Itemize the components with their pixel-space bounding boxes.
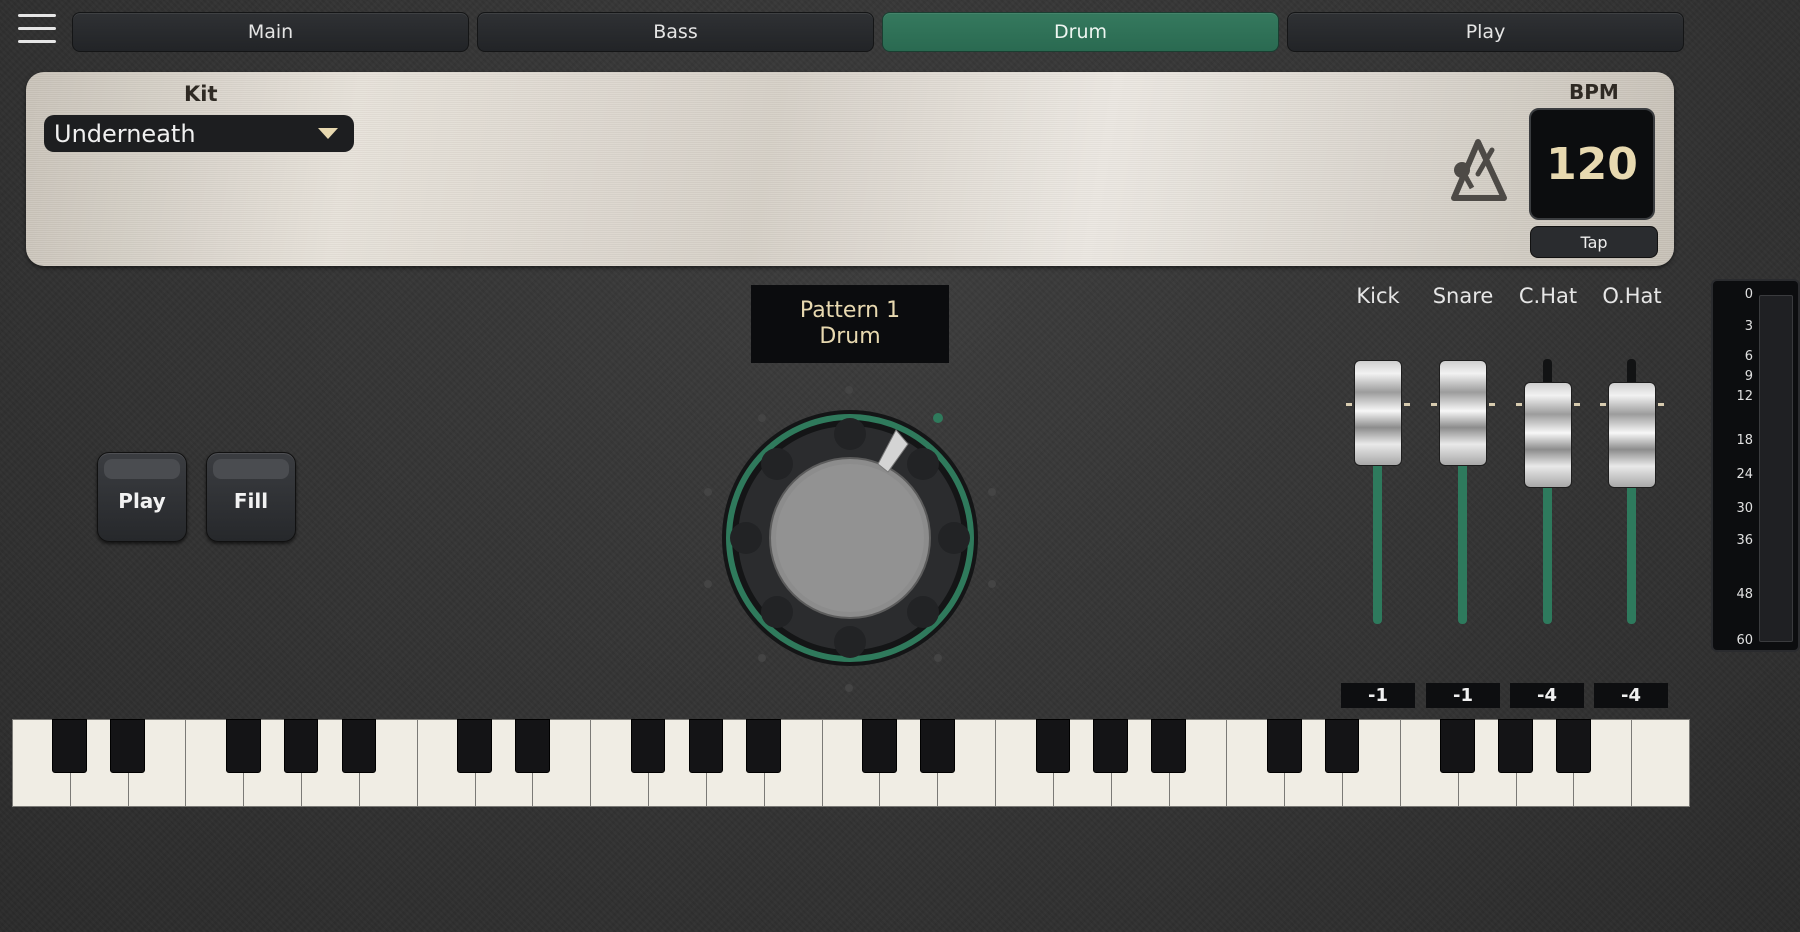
tab-drum[interactable]: Drum — [882, 12, 1279, 52]
tab-play[interactable]: Play — [1287, 12, 1684, 52]
meter-tick: 18 — [1736, 433, 1753, 448]
piano-black-key[interactable] — [1093, 719, 1129, 773]
pattern-knob[interactable] — [690, 378, 1010, 698]
kit-dropdown[interactable]: Underneath — [44, 115, 354, 152]
meter-tick: 36 — [1736, 533, 1753, 548]
fill-button-label: Fill — [233, 489, 269, 513]
caret-down-icon — [318, 128, 338, 139]
piano-black-key[interactable] — [283, 719, 319, 773]
piano-black-key[interactable] — [919, 719, 955, 773]
level-meter: 0 3 6 9 12 18 24 30 36 48 60 — [1711, 279, 1800, 652]
piano-black-key[interactable] — [1324, 719, 1360, 773]
meter-tick: 60 — [1736, 633, 1753, 648]
piano-black-key[interactable] — [688, 719, 724, 773]
fader-label-chat: C.Hat — [1518, 284, 1578, 308]
meter-bar — [1759, 295, 1793, 642]
piano-black-key[interactable] — [1035, 719, 1071, 773]
piano-black-key[interactable] — [225, 719, 261, 773]
piano-white-key[interactable] — [1631, 719, 1690, 807]
piano-black-key[interactable] — [52, 719, 88, 773]
fader-track-kick — [1373, 462, 1382, 624]
bpm-display[interactable]: 120 — [1529, 108, 1655, 220]
fader-handle-ohat[interactable] — [1608, 382, 1656, 488]
bpm-label: BPM — [1569, 80, 1619, 104]
fader-value-ohat: -4 — [1594, 683, 1668, 708]
pattern-name: Pattern 1 — [799, 298, 901, 323]
piano-black-key[interactable] — [1266, 719, 1302, 773]
kit-panel: Kit Underneath BPM 120 Tap — [26, 72, 1674, 266]
piano-black-key[interactable] — [457, 719, 492, 773]
piano-black-key[interactable] — [110, 719, 145, 773]
fader-label-ohat: O.Hat — [1602, 284, 1662, 308]
fader-handle-kick[interactable] — [1354, 360, 1402, 466]
fader-value-snare: -1 — [1426, 683, 1500, 708]
fader-track-chat — [1543, 484, 1552, 624]
fill-button[interactable]: Fill — [206, 452, 296, 542]
meter-tick: 30 — [1736, 501, 1753, 516]
piano-black-key[interactable] — [341, 719, 377, 773]
fader-handle-chat[interactable] — [1524, 382, 1572, 488]
piano-black-key[interactable] — [515, 719, 550, 773]
tab-main[interactable]: Main — [72, 12, 469, 52]
fader-value-chat: -4 — [1510, 683, 1584, 708]
meter-tick: 3 — [1744, 319, 1753, 334]
piano-black-key[interactable] — [1440, 719, 1476, 773]
fader-track-snare — [1458, 462, 1467, 624]
hamburger-menu-icon[interactable] — [18, 14, 56, 48]
fader-value-kick: -1 — [1341, 683, 1415, 708]
piano-black-key[interactable] — [746, 719, 782, 773]
top-tabs: Main Bass Drum Play — [72, 12, 1684, 52]
meter-tick: 6 — [1744, 349, 1753, 364]
pattern-type: Drum — [819, 324, 881, 349]
piano-black-key[interactable] — [1498, 719, 1533, 773]
meter-tick: 0 — [1744, 287, 1753, 302]
meter-tick: 9 — [1744, 369, 1753, 384]
piano-keyboard — [12, 719, 1690, 807]
meter-tick: 12 — [1736, 389, 1753, 404]
tap-tempo-button[interactable]: Tap — [1530, 226, 1658, 258]
piano-black-key[interactable] — [1151, 719, 1186, 773]
pattern-display: Pattern 1 Drum — [751, 285, 949, 363]
fader-track-ohat — [1627, 484, 1636, 624]
piano-black-key[interactable] — [1555, 719, 1591, 773]
metronome-icon[interactable] — [1448, 136, 1510, 204]
play-button-label: Play — [118, 489, 166, 513]
kit-dropdown-value: Underneath — [54, 119, 196, 148]
tab-bass[interactable]: Bass — [477, 12, 874, 52]
kit-label: Kit — [184, 82, 218, 106]
fader-label-snare: Snare — [1432, 284, 1494, 308]
piano-black-key[interactable] — [630, 719, 666, 773]
play-button[interactable]: Play — [97, 452, 187, 542]
fader-handle-snare[interactable] — [1439, 360, 1487, 466]
meter-tick: 24 — [1736, 467, 1753, 482]
piano-black-key[interactable] — [862, 719, 897, 773]
meter-tick: 48 — [1736, 587, 1753, 602]
fader-label-kick: Kick — [1356, 284, 1400, 308]
